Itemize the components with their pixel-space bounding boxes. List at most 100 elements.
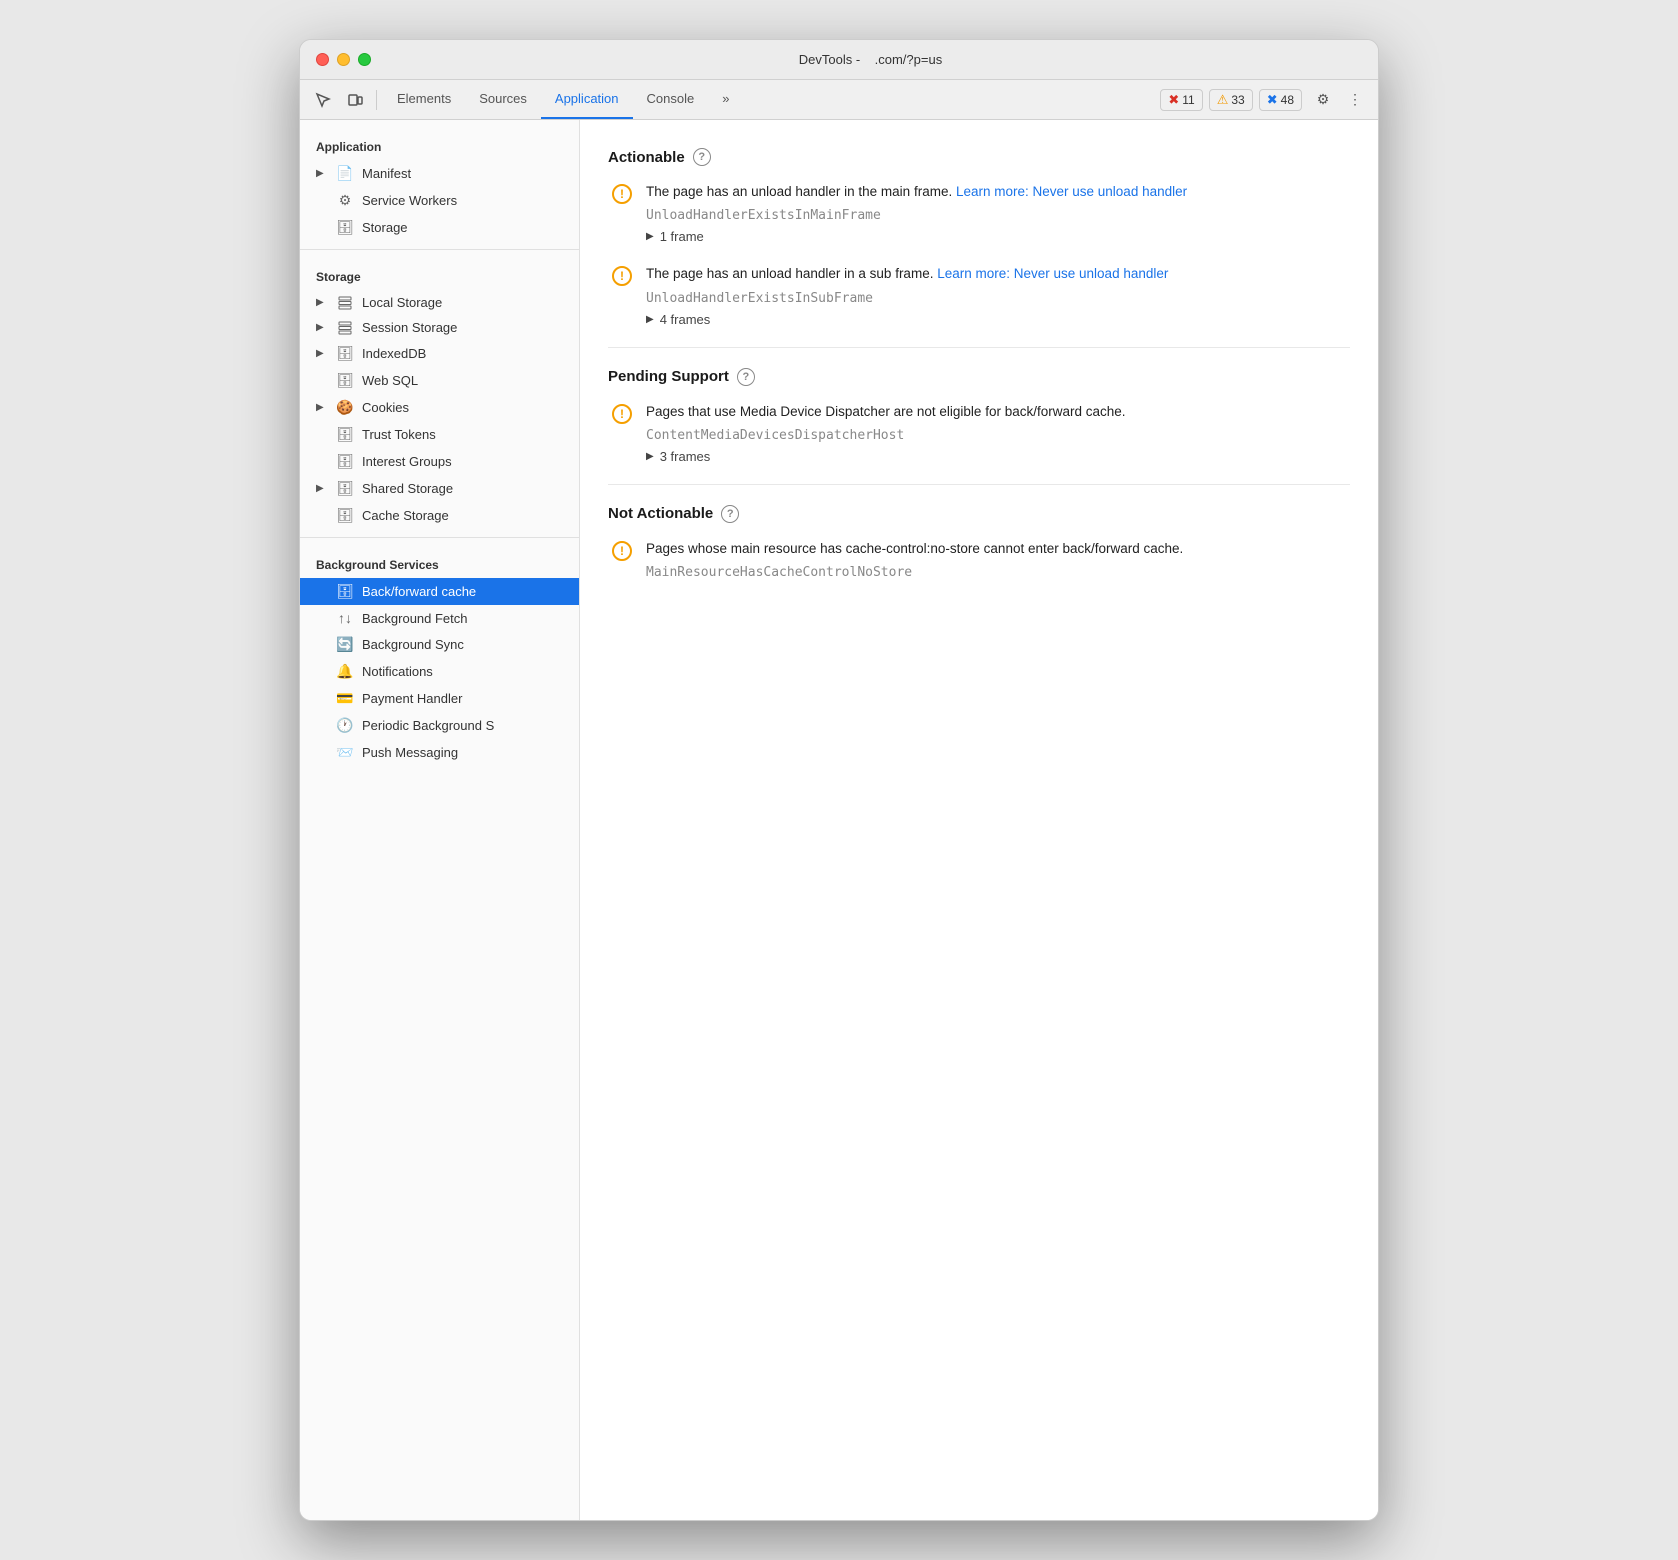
manifest-toggle: ▶ xyxy=(316,168,328,179)
web-sql-icon: 🗄 xyxy=(336,372,354,389)
local-storage-icon xyxy=(336,296,354,310)
sidebar-item-trust-tokens[interactable]: ▶ 🗄 Trust Tokens xyxy=(300,421,579,448)
toolbar-divider-1 xyxy=(376,90,377,110)
tab-console[interactable]: Console xyxy=(633,80,709,119)
session-storage-label: Session Storage xyxy=(362,320,457,335)
background-sync-icon: 🔄 xyxy=(336,636,354,653)
inspect-element-button[interactable] xyxy=(308,86,338,114)
cookies-toggle: ▶ xyxy=(316,402,328,413)
minimize-button[interactable] xyxy=(337,53,350,66)
sidebar-item-interest-groups[interactable]: ▶ 🗄 Interest Groups xyxy=(300,448,579,475)
close-button[interactable] xyxy=(316,53,329,66)
cache-storage-icon: 🗄 xyxy=(336,507,354,524)
issue-1-expand-label: 1 frame xyxy=(660,229,704,244)
sidebar-item-back-forward-cache[interactable]: ▶ 🗄 Back/forward cache xyxy=(300,578,579,605)
devtools-window: DevTools - .com/?p=us Elements Sources A… xyxy=(299,39,1379,1521)
issue-2-message: The page has an unload handler in a sub … xyxy=(646,264,1350,284)
trust-tokens-icon: 🗄 xyxy=(336,426,354,443)
sidebar-item-manifest[interactable]: ▶ 📄 Manifest xyxy=(300,160,579,187)
sidebar-item-push-messaging[interactable]: ▶ 📨 Push Messaging xyxy=(300,739,579,766)
issue-2-code: UnloadHandlerExistsInSubFrame xyxy=(646,291,1350,306)
indexeddb-label: IndexedDB xyxy=(362,346,426,361)
tab-more[interactable]: » xyxy=(708,80,743,119)
sidebar-item-session-storage[interactable]: ▶ Session Storage xyxy=(300,315,579,340)
maximize-button[interactable] xyxy=(358,53,371,66)
pending-support-section-header: Pending Support ? xyxy=(608,368,1350,386)
tab-application[interactable]: Application xyxy=(541,80,633,119)
sidebar-item-background-fetch[interactable]: ▶ ↑↓ Background Fetch xyxy=(300,605,579,631)
shs-toggle: ▶ xyxy=(316,483,328,494)
notifications-label: Notifications xyxy=(362,664,433,679)
info-badge[interactable]: ✖ 48 xyxy=(1259,89,1302,111)
sidebar-item-indexeddb[interactable]: ▶ 🗄 IndexedDB xyxy=(300,340,579,367)
info-icon: ✖ xyxy=(1267,92,1278,108)
settings-button[interactable]: ⚙ xyxy=(1308,86,1338,114)
issue-2-expand-arrow: ▶ xyxy=(646,314,654,325)
sidebar-item-local-storage[interactable]: ▶ Local Storage xyxy=(300,290,579,315)
issue-3-text-block: Pages that use Media Device Dispatcher a… xyxy=(646,402,1350,464)
indexeddb-icon: 🗄 xyxy=(336,345,354,362)
background-sync-label: Background Sync xyxy=(362,637,464,652)
sidebar-item-background-sync[interactable]: ▶ 🔄 Background Sync xyxy=(300,631,579,658)
sidebar-item-payment-handler[interactable]: ▶ 💳 Payment Handler xyxy=(300,685,579,712)
sidebar-item-cookies[interactable]: ▶ 🍪 Cookies xyxy=(300,394,579,421)
actionable-help-icon[interactable]: ? xyxy=(693,148,711,166)
back-forward-cache-icon: 🗄 xyxy=(336,583,354,600)
sidebar-item-cache-storage[interactable]: ▶ 🗄 Cache Storage xyxy=(300,502,579,529)
warning-icon: ⚠ xyxy=(1217,92,1229,108)
window-title: DevTools - .com/?p=us xyxy=(379,52,1362,67)
issue-2-link[interactable]: Learn more: Never use unload handler xyxy=(937,266,1168,281)
cookies-icon: 🍪 xyxy=(336,399,354,416)
session-storage-icon xyxy=(336,321,354,335)
toolbar-tabs: Elements Sources Application Console » xyxy=(383,80,1150,119)
issue-unload-sub: ! The page has an unload handler in a su… xyxy=(608,264,1350,326)
sidebar-item-storage[interactable]: ▶ 🗄 Storage xyxy=(300,214,579,241)
divider-1 xyxy=(608,347,1350,348)
shared-storage-label: Shared Storage xyxy=(362,481,453,496)
sidebar-item-periodic-background[interactable]: ▶ 🕐 Periodic Background S xyxy=(300,712,579,739)
issue-3-expand[interactable]: ▶ 3 frames xyxy=(646,449,1350,464)
sidebar-section-application-title: Application xyxy=(300,128,579,160)
service-workers-label: Service Workers xyxy=(362,193,457,208)
cookies-label: Cookies xyxy=(362,400,409,415)
interest-groups-icon: 🗄 xyxy=(336,453,354,470)
toolbar-end-icons: ⚙ ⋮ xyxy=(1308,86,1370,114)
issue-3-message: Pages that use Media Device Dispatcher a… xyxy=(646,402,1350,422)
issue-3-expand-arrow: ▶ xyxy=(646,451,654,462)
back-forward-cache-label: Back/forward cache xyxy=(362,584,476,599)
warning-icon-3: ! xyxy=(612,404,632,424)
issue-2-expand[interactable]: ▶ 4 frames xyxy=(646,312,1350,327)
titlebar: DevTools - .com/?p=us xyxy=(300,40,1378,80)
web-sql-label: Web SQL xyxy=(362,373,418,388)
sidebar-item-web-sql[interactable]: ▶ 🗄 Web SQL xyxy=(300,367,579,394)
tab-elements[interactable]: Elements xyxy=(383,80,465,119)
issue-media-device: ! Pages that use Media Device Dispatcher… xyxy=(608,402,1350,464)
manifest-label: Manifest xyxy=(362,166,411,181)
issue-1-link[interactable]: Learn more: Never use unload handler xyxy=(956,184,1187,199)
more-options-button[interactable]: ⋮ xyxy=(1340,86,1370,114)
not-actionable-help-icon[interactable]: ? xyxy=(721,505,739,523)
error-badge[interactable]: ✖ 11 xyxy=(1160,89,1202,111)
main-content: Application ▶ 📄 Manifest ▶ ⚙ Service Wor… xyxy=(300,120,1378,1520)
device-toolbar-button[interactable] xyxy=(340,86,370,114)
issue-1-expand[interactable]: ▶ 1 frame xyxy=(646,229,1350,244)
issue-1-expand-arrow: ▶ xyxy=(646,231,654,242)
sidebar-item-shared-storage[interactable]: ▶ 🗄 Shared Storage xyxy=(300,475,579,502)
background-fetch-icon: ↑↓ xyxy=(336,610,354,626)
pending-support-help-icon[interactable]: ? xyxy=(737,368,755,386)
service-workers-icon: ⚙ xyxy=(336,192,354,209)
error-icon: ✖ xyxy=(1168,92,1179,108)
sidebar-section-storage-title: Storage xyxy=(300,258,579,290)
sidebar-item-notifications[interactable]: ▶ 🔔 Notifications xyxy=(300,658,579,685)
background-fetch-label: Background Fetch xyxy=(362,611,468,626)
warning-icon-4: ! xyxy=(612,541,632,561)
storage-icon: 🗄 xyxy=(336,219,354,236)
sidebar-item-service-workers[interactable]: ▶ ⚙ Service Workers xyxy=(300,187,579,214)
tab-sources[interactable]: Sources xyxy=(465,80,541,119)
divider-2 xyxy=(608,484,1350,485)
error-count: 11 xyxy=(1182,93,1194,107)
ls-toggle: ▶ xyxy=(316,297,328,308)
issue-unload-main: ! The page has an unload handler in the … xyxy=(608,182,1350,244)
warning-badge[interactable]: ⚠ 33 xyxy=(1209,89,1253,111)
storage-label: Storage xyxy=(362,220,408,235)
